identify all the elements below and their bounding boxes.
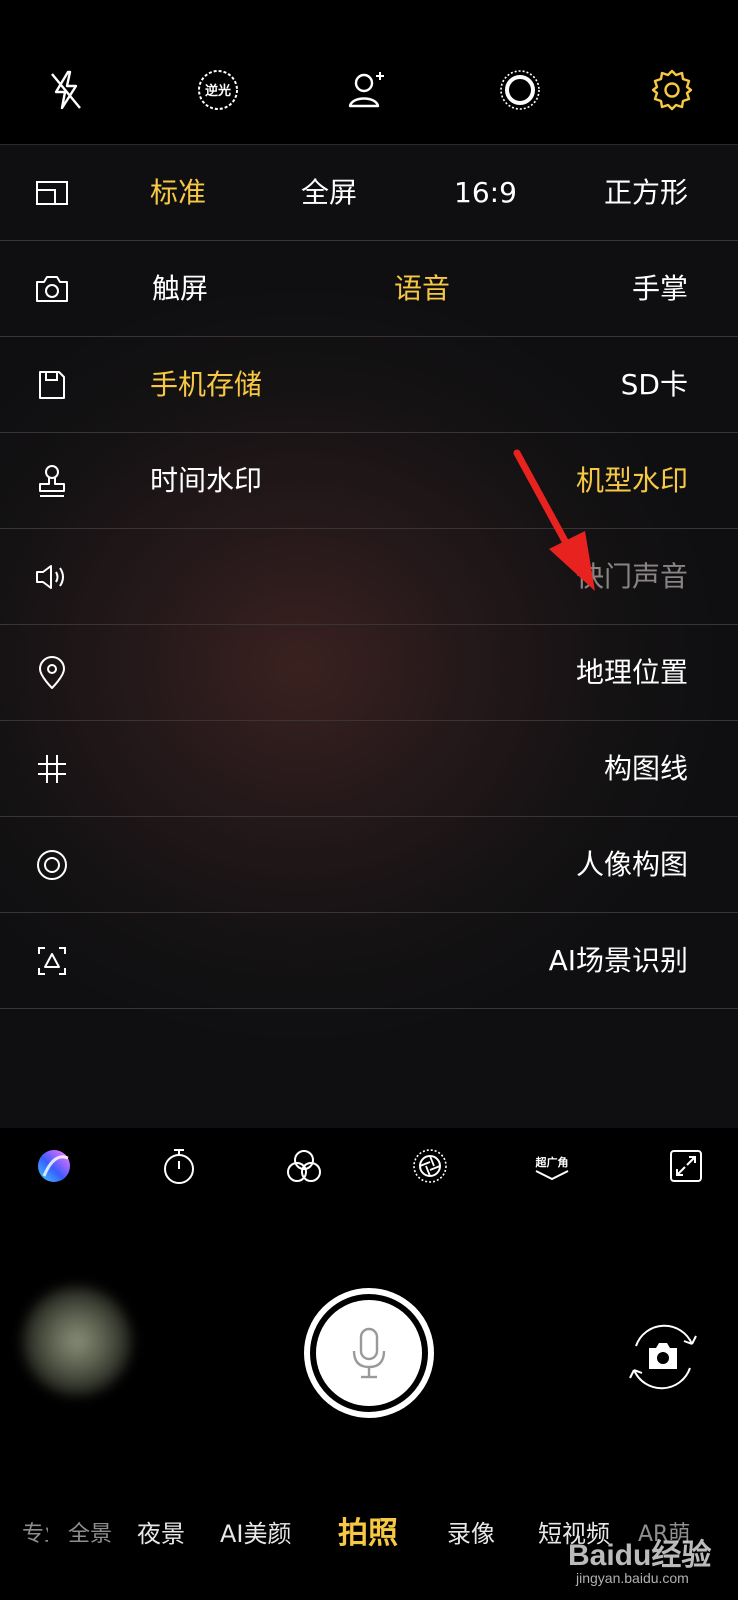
annotation-arrow [513,449,595,591]
option-time-watermark[interactable]: 时间水印 [150,433,262,529]
mode-video[interactable]: 录像 [447,1514,495,1549]
timer-icon[interactable] [157,1144,201,1188]
live-photo-icon[interactable] [494,64,546,116]
option-touch[interactable]: 触屏 [152,241,208,337]
speaker-icon [32,557,72,597]
target-icon [32,845,72,885]
shutter-sound-row: 快门声音 [0,529,738,625]
watermark-brand: Baidu经验 [568,1539,712,1572]
option-sd-card[interactable]: SD卡 [621,337,688,433]
portrait-composition-label[interactable]: 人像构图 [576,817,688,913]
mode-night[interactable]: 夜景 [137,1514,185,1549]
storage-row: 手机存储 SD卡 [0,337,738,433]
watermark-url: jingyan.baidu.com [576,1570,689,1586]
watermark-row: 时间水印 机型水印 [0,433,738,529]
location-label[interactable]: 地理位置 [576,625,688,721]
storage-icon [32,365,72,405]
portrait-composition-row: 人像构图 [0,817,738,913]
option-voice[interactable]: 语音 [394,241,450,337]
option-standard[interactable]: 标准 [150,145,206,241]
mode-panorama[interactable]: 全景 [68,1516,112,1548]
ultra-wide-label: 超广角 [535,1155,569,1169]
ai-scene-row: AI场景识别 [0,913,738,1009]
backlight-label: 逆光 [205,83,231,99]
location-pin-icon [32,653,72,693]
option-palm[interactable]: 手掌 [632,241,688,337]
filter-icon[interactable] [282,1144,326,1188]
portrait-plus-icon[interactable] [342,64,394,116]
shutter-inner [316,1300,422,1406]
backlight-icon[interactable]: 逆光 [192,64,244,116]
expand-icon[interactable] [664,1144,708,1188]
color-ball-icon[interactable] [32,1144,76,1188]
grid-lines-row: 构图线 [0,721,738,817]
option-fullscreen[interactable]: 全屏 [301,145,357,241]
mode-pro[interactable]: 专业 [22,1516,48,1548]
gear-icon[interactable] [646,64,698,116]
mode-photo[interactable]: 拍照 [338,1508,398,1552]
ai-scene-icon [32,941,72,981]
microphone-icon [352,1327,386,1379]
grid-lines-label[interactable]: 构图线 [604,721,688,817]
switch-camera-icon[interactable] [622,1316,704,1398]
tool-bar: 超广角 [0,1130,738,1210]
camera-screen: 逆光 标准 全屏 16:9 正方形 触屏 语音 手掌 手机存储 SD卡 时间水印… [0,0,738,1600]
shutter-button[interactable] [304,1288,434,1418]
option-16-9[interactable]: 16:9 [454,145,517,241]
flash-off-icon[interactable] [40,64,92,116]
aperture-icon[interactable] [408,1144,452,1188]
top-bar: 逆光 [0,0,738,144]
option-square[interactable]: 正方形 [604,145,688,241]
baidu-watermark: Baidu经验 jingyan.baidu.com [568,1530,728,1594]
aspect-ratio-row: 标准 全屏 16:9 正方形 [0,145,738,241]
grid-icon [32,749,72,789]
ai-scene-label[interactable]: AI场景识别 [549,913,688,1009]
gallery-thumbnail[interactable] [22,1286,132,1396]
option-phone-storage[interactable]: 手机存储 [150,337,262,433]
camera-icon [32,269,72,309]
stamp-icon [32,461,72,501]
settings-panel: 标准 全屏 16:9 正方形 触屏 语音 手掌 手机存储 SD卡 时间水印 机型… [0,144,738,1128]
aspect-ratio-icon [32,173,72,213]
capture-method-row: 触屏 语音 手掌 [0,241,738,337]
ultra-wide-icon[interactable]: 超广角 [530,1144,574,1188]
mode-ai-beauty[interactable]: AI美颜 [220,1514,292,1549]
location-row: 地理位置 [0,625,738,721]
